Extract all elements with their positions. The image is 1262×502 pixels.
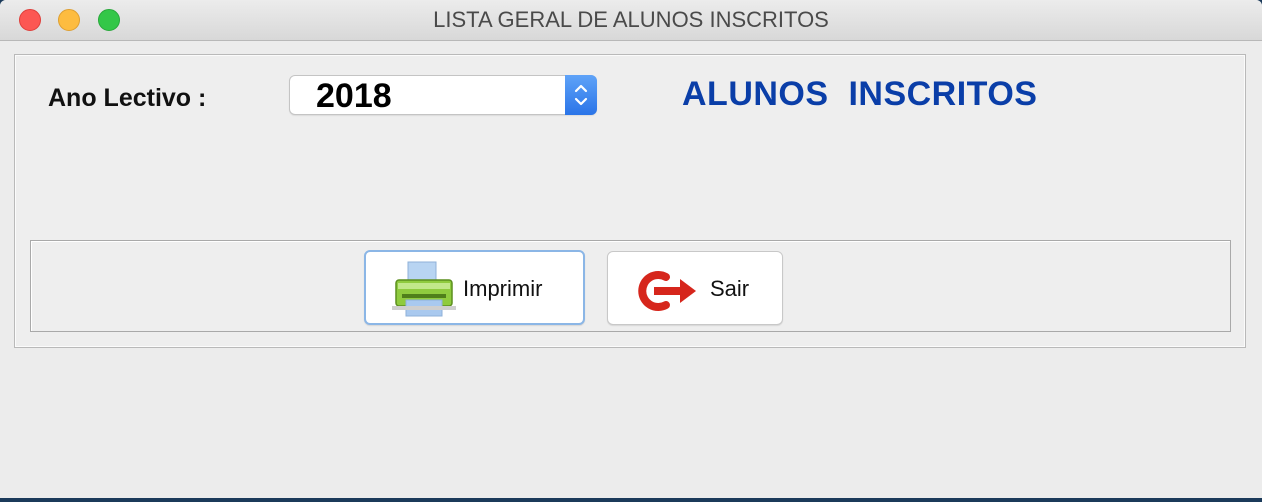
select-arrows-icon[interactable]: [565, 75, 597, 115]
exit-icon: [636, 269, 708, 319]
alunos-inscritos-heading: ALUNOS INSCRITOS: [682, 75, 1038, 113]
sair-label: Sair: [710, 276, 750, 301]
app-window: LISTA GERAL DE ALUNOS INSCRITOS Ano Lect…: [0, 0, 1262, 498]
ano-lectivo-label: Ano Lectivo :: [48, 84, 207, 112]
imprimir-label: Imprimir: [463, 276, 543, 301]
ano-lectivo-select[interactable]: 2018: [289, 75, 597, 115]
imprimir-button[interactable]: Imprimir: [364, 250, 585, 325]
ano-lectivo-value: 2018: [316, 77, 392, 115]
printer-icon: [392, 260, 456, 324]
window-title: LISTA GERAL DE ALUNOS INSCRITOS: [433, 7, 829, 32]
sair-button[interactable]: Sair: [607, 251, 783, 325]
title-bar[interactable]: LISTA GERAL DE ALUNOS INSCRITOS: [0, 0, 1262, 41]
